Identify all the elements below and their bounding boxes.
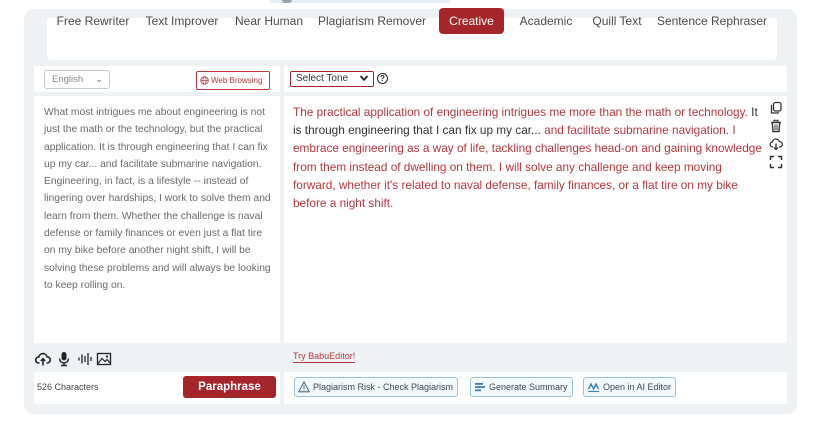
- tab-creative[interactable]: Creative: [439, 8, 504, 34]
- character-count: 526 Characters: [37, 382, 99, 392]
- microphone-icon[interactable]: [56, 351, 72, 367]
- top-scroll-stub: [270, 0, 450, 3]
- tab-text-improver[interactable]: Text Improver: [143, 8, 221, 34]
- trash-icon[interactable]: [769, 119, 783, 133]
- cloud-upload-icon[interactable]: [35, 351, 51, 367]
- summary-lines-icon: [475, 383, 485, 392]
- source-text[interactable]: What most intrigues me about engineering…: [44, 104, 274, 294]
- ai-editor-icon: [587, 382, 600, 393]
- chevron-down-icon: [359, 75, 369, 82]
- cloud-download-icon[interactable]: [769, 137, 783, 151]
- web-browsing-label: Web Browsing: [211, 76, 263, 85]
- globe-icon: [200, 76, 209, 85]
- output-actions: [769, 101, 785, 173]
- check-plagiarism-button[interactable]: Plagiarism Risk - Check Plagiarism: [294, 377, 459, 397]
- tone-select[interactable]: Select Tone: [290, 71, 374, 87]
- web-browsing-button[interactable]: Web Browsing: [196, 71, 270, 90]
- paraphrased-text: The practical application of engineering…: [293, 103, 767, 212]
- tab-sentence-rephraser[interactable]: Sentence Rephraser: [656, 8, 768, 34]
- language-value: English: [52, 74, 84, 85]
- tab-plagiarism-remover[interactable]: Plagiarism Remover: [316, 8, 428, 34]
- language-select[interactable]: English ⌄: [44, 70, 110, 89]
- tone-placeholder: Select Tone: [296, 73, 349, 84]
- copy-icon[interactable]: [769, 101, 783, 115]
- tab-quill-text[interactable]: Quill Text: [587, 8, 647, 34]
- top-scroll-thumb: [282, 0, 292, 3]
- tab-near-human[interactable]: Near Human: [231, 8, 307, 34]
- warning-triangle-icon: [297, 380, 311, 393]
- help-icon[interactable]: ?: [377, 73, 388, 84]
- try-babueditor-link[interactable]: Try BabuEditor!: [293, 351, 356, 363]
- generate-summary-button[interactable]: Generate Summary: [470, 377, 573, 397]
- audio-waveform-icon[interactable]: [77, 351, 93, 367]
- image-icon[interactable]: [96, 351, 112, 367]
- open-ai-editor-label: Open in AI Editor: [603, 382, 672, 392]
- chevron-down-icon: ⌄: [95, 74, 103, 84]
- check-plagiarism-label: Plagiarism Risk - Check Plagiarism: [313, 382, 454, 392]
- changed-segment: The practical application of engineering…: [293, 105, 748, 119]
- tab-free-rewriter[interactable]: Free Rewriter: [53, 8, 133, 34]
- fullscreen-icon[interactable]: [769, 155, 783, 169]
- open-ai-editor-button[interactable]: Open in AI Editor: [583, 377, 677, 397]
- generate-summary-label: Generate Summary: [489, 382, 568, 392]
- paraphrase-button[interactable]: Paraphrase: [183, 376, 276, 398]
- tab-academic[interactable]: Academic: [515, 8, 577, 34]
